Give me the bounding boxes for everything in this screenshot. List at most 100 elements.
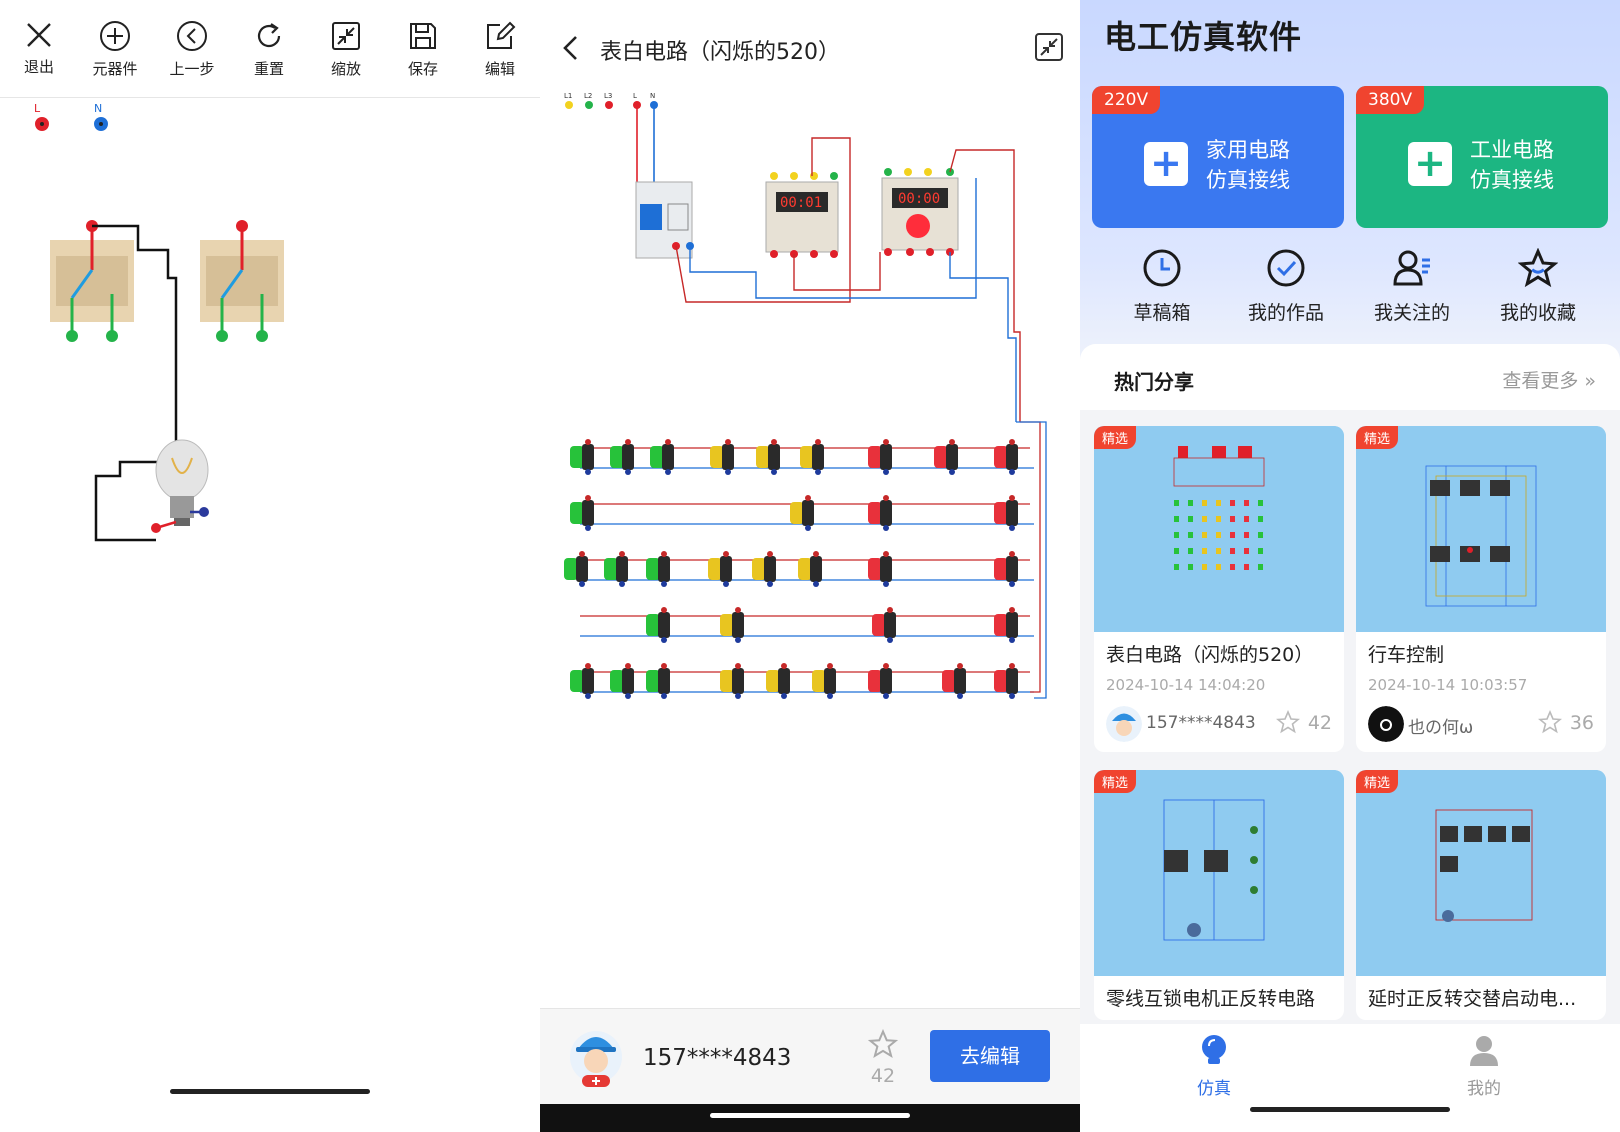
- timer-left-display: 00:01: [780, 195, 822, 211]
- share-card[interactable]: 精选 延时正反转交替启动电...: [1356, 770, 1606, 1020]
- wall-switch-2[interactable]: [200, 220, 284, 342]
- edit-icon: [487, 21, 516, 49]
- favorites-button[interactable]: 我的收藏: [1478, 248, 1598, 325]
- hot-share-title: 热门分享: [1114, 370, 1194, 394]
- like-count: 42: [870, 1065, 896, 1087]
- save-icon: [410, 23, 436, 49]
- author-avatar: [570, 1031, 622, 1087]
- edit-button[interactable]: 编辑: [465, 20, 535, 79]
- featured-badge: 精选: [1356, 426, 1399, 449]
- light-bulb[interactable]: [151, 439, 209, 533]
- time-relay-left[interactable]: 00:01: [765, 172, 839, 258]
- voltage-tag: 380V: [1356, 86, 1425, 114]
- home-indicator: [1250, 1107, 1450, 1112]
- components-button[interactable]: 元器件: [80, 20, 150, 79]
- card-line2: 仿真接线: [1206, 168, 1290, 192]
- reset-button[interactable]: 重置: [234, 20, 304, 79]
- back-circle-icon: [177, 21, 207, 51]
- home-indicator: [710, 1113, 910, 1118]
- editor-screen: 退出 元器件 上一步 重置 缩放 保存 编辑 L N: [0, 0, 540, 1132]
- circuit-thumbnail: [1356, 426, 1606, 632]
- wall-switch-1[interactable]: [50, 220, 134, 342]
- preview-footer: 157****4843 42 去编辑: [540, 1008, 1080, 1104]
- user-avatar: [1368, 706, 1404, 742]
- home-screen: 电工仿真软件 220V + 家用电路 仿真接线 380V + 工业电路 仿真接线…: [1080, 0, 1620, 1132]
- share-card[interactable]: 精选 表白电路（闪烁的520） 2024-10-14 14:04:20 157*…: [1094, 426, 1344, 752]
- user-follow-icon: [1393, 250, 1430, 286]
- share-user: 157****4843: [1146, 713, 1256, 733]
- featured-badge: 精选: [1356, 770, 1399, 793]
- my-works-button[interactable]: 我的作品: [1226, 248, 1346, 325]
- star-icon: [1518, 248, 1558, 288]
- drafts-button[interactable]: 草稿箱: [1102, 248, 1222, 325]
- home-indicator: [170, 1089, 370, 1094]
- share-date: 2024-10-14 14:04:20: [1106, 676, 1266, 694]
- nav-simulation[interactable]: 仿真: [1174, 1034, 1254, 1099]
- share-card[interactable]: 精选 零线互锁电机正反转电路: [1094, 770, 1344, 1020]
- preview-title: 表白电路（闪烁的520）: [600, 40, 840, 65]
- terminal-label-l1: L1: [564, 92, 572, 100]
- preview-screen: 表白电路（闪烁的520） L1 L2 L3 L N 00:01 00:00 15…: [540, 0, 1080, 1132]
- user-avatar: [1106, 706, 1142, 742]
- share-title: 行车控制: [1368, 644, 1445, 666]
- home-circuit-card[interactable]: 220V + 家用电路 仿真接线: [1092, 86, 1344, 228]
- bottom-nav: 仿真 我的: [1080, 1024, 1620, 1132]
- exit-button[interactable]: 退出: [4, 20, 74, 77]
- save-button[interactable]: 保存: [388, 20, 458, 79]
- zoom-button[interactable]: 缩放: [311, 20, 381, 79]
- terminal-label-l: L: [633, 92, 637, 100]
- terminal-n-label: N: [94, 102, 102, 115]
- go-edit-button[interactable]: 去编辑: [930, 1030, 1050, 1082]
- timer-right-display: 00:00: [898, 191, 940, 207]
- back-icon[interactable]: [560, 34, 582, 62]
- time-relay-right[interactable]: 00:00: [881, 168, 959, 256]
- nav-mine[interactable]: 我的: [1444, 1034, 1524, 1099]
- share-title: 零线互锁电机正反转电路: [1106, 988, 1316, 1010]
- card-line1: 家用电路: [1206, 138, 1290, 162]
- lamp-rows[interactable]: [564, 421, 1047, 699]
- collapse-icon[interactable]: [1034, 32, 1064, 62]
- editor-toolbar: 退出 元器件 上一步 重置 缩放 保存 编辑: [0, 0, 540, 98]
- star-icon[interactable]: [1276, 710, 1300, 734]
- view-more-link[interactable]: 查看更多 »: [1502, 366, 1596, 393]
- circuit-diagram[interactable]: L1 L2 L3 L N 00:01 00:00: [540, 92, 1080, 732]
- share-title: 延时正反转交替启动电...: [1368, 988, 1577, 1010]
- zoom-icon: [332, 22, 360, 50]
- terminal-label-l3: L3: [604, 92, 612, 100]
- following-button[interactable]: 我关注的: [1352, 248, 1472, 325]
- share-card[interactable]: 精选 行车控制 2024-10-14 10:03:57 也の何ω 36: [1356, 426, 1606, 752]
- share-date: 2024-10-14 10:03:57: [1368, 676, 1528, 694]
- terminal-l-label: L: [34, 102, 41, 115]
- app-title: 电工仿真软件: [1104, 18, 1303, 56]
- editor-canvas[interactable]: L N: [0, 98, 540, 1058]
- share-likes: 36: [1569, 712, 1594, 734]
- author-name: 157****4843: [643, 1045, 792, 1071]
- hot-share-header: 热门分享 查看更多 »: [1080, 344, 1620, 410]
- nav-bar-area: [540, 1104, 1080, 1132]
- share-likes: 42: [1307, 712, 1332, 734]
- share-title: 表白电路（闪烁的520）: [1106, 644, 1314, 666]
- featured-badge: 精选: [1094, 770, 1137, 793]
- star-icon[interactable]: [1538, 710, 1562, 734]
- close-icon: [27, 23, 51, 47]
- circuit-thumbnail: [1094, 770, 1344, 976]
- card-line1: 工业电路: [1470, 138, 1554, 162]
- plus-icon: +: [1144, 142, 1188, 186]
- circuit-breaker[interactable]: [635, 181, 694, 259]
- reset-icon: [257, 23, 281, 48]
- card-line2: 仿真接线: [1470, 168, 1554, 192]
- featured-badge: 精选: [1094, 426, 1137, 449]
- circuit-thumbnail: [1094, 426, 1344, 632]
- person-icon: [1470, 1036, 1498, 1066]
- voltage-tag: 220V: [1092, 86, 1161, 114]
- clock-icon: [1143, 249, 1181, 287]
- circuit-thumbnail: [1356, 770, 1606, 976]
- share-user: 也の何ω: [1408, 718, 1474, 738]
- terminal-label-l2: L2: [584, 92, 592, 100]
- preview-header: 表白电路（闪烁的520）: [540, 0, 1080, 92]
- terminal-label-n: N: [650, 92, 655, 100]
- star-icon[interactable]: [868, 1029, 898, 1059]
- undo-button[interactable]: 上一步: [157, 20, 227, 79]
- check-circle-icon: [1267, 249, 1305, 287]
- industrial-circuit-card[interactable]: 380V + 工业电路 仿真接线: [1356, 86, 1608, 228]
